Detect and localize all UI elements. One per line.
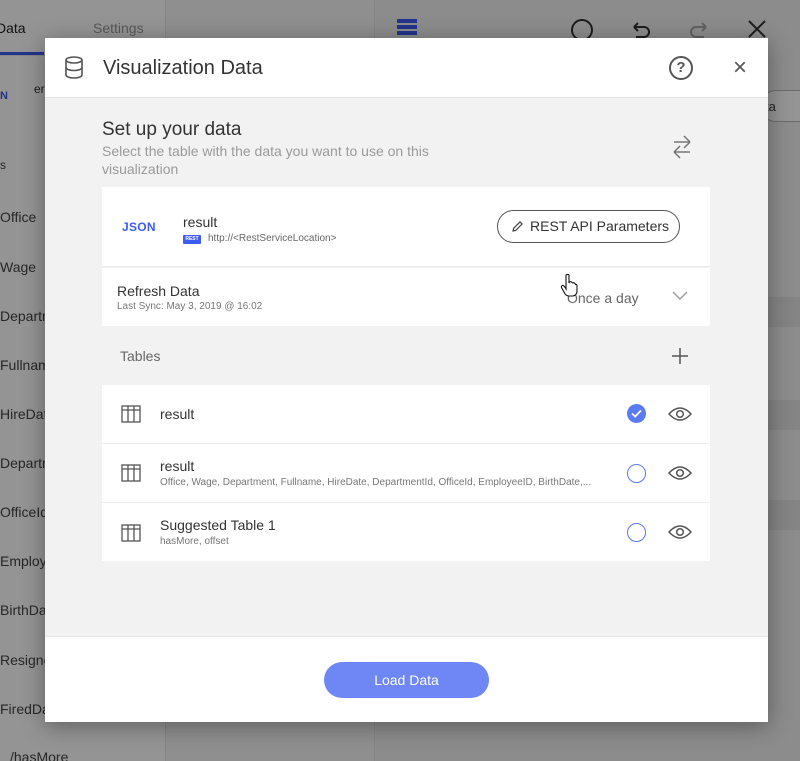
table-name: result xyxy=(160,458,195,474)
load-data-button[interactable]: Load Data xyxy=(324,662,489,698)
table-fields: hasMore, offset xyxy=(160,536,229,547)
help-icon[interactable]: ? xyxy=(669,56,693,80)
dialog-title: Visualization Data xyxy=(103,57,263,79)
table-icon xyxy=(121,464,141,482)
eye-icon[interactable] xyxy=(668,465,692,481)
swap-icon[interactable] xyxy=(672,134,692,160)
json-badge: JSON xyxy=(122,220,156,234)
table-row[interactable]: Suggested Table 1 hasMore, offset xyxy=(102,503,710,562)
chevron-down-icon[interactable] xyxy=(672,291,688,301)
setup-title: Set up your data xyxy=(102,119,242,140)
plus-icon[interactable] xyxy=(672,348,688,364)
rest-tag: REST xyxy=(183,235,201,244)
rest-api-parameters-label: REST API Parameters xyxy=(530,218,670,234)
source-name: result xyxy=(183,214,218,230)
table-name: result xyxy=(160,406,195,422)
dialog-header: Visualization Data ? × xyxy=(45,38,768,98)
hand-cursor-icon xyxy=(560,273,578,297)
table-radio-selected[interactable] xyxy=(627,404,646,423)
tables-list: result result Office, Wage, Department, … xyxy=(102,385,710,561)
refresh-data-card: Refresh Data Last Sync: May 3, 2019 @ 16… xyxy=(102,268,710,326)
table-name: Suggested Table 1 xyxy=(160,517,276,533)
tables-label: Tables xyxy=(120,348,161,364)
last-sync-text: Last Sync: May 3, 2019 @ 16:02 xyxy=(117,301,263,312)
table-row[interactable]: result Office, Wage, Department, Fullnam… xyxy=(102,444,710,503)
table-radio[interactable] xyxy=(627,464,646,483)
table-icon xyxy=(121,524,141,542)
visualization-data-dialog: Visualization Data ? × Set up your data … xyxy=(45,38,768,722)
close-icon[interactable]: × xyxy=(729,54,751,82)
table-radio[interactable] xyxy=(627,523,646,542)
table-row[interactable]: result xyxy=(102,385,710,444)
source-url: http://<RestServiceLocation> xyxy=(208,233,337,244)
rest-api-parameters-button[interactable]: REST API Parameters xyxy=(497,210,680,243)
pencil-icon xyxy=(512,221,523,232)
eye-icon[interactable] xyxy=(668,524,692,540)
data-source-card: JSON result REST http://<RestServiceLoca… xyxy=(102,187,710,267)
setup-description: Select the table with the data you want … xyxy=(102,143,429,177)
check-icon xyxy=(631,409,642,418)
dialog-footer: Load Data xyxy=(45,636,768,722)
refresh-title: Refresh Data xyxy=(117,283,200,299)
eye-icon[interactable] xyxy=(668,406,692,422)
table-fields: Office, Wage, Department, Fullname, Hire… xyxy=(160,477,592,488)
database-icon xyxy=(65,56,83,79)
table-icon xyxy=(121,405,141,423)
